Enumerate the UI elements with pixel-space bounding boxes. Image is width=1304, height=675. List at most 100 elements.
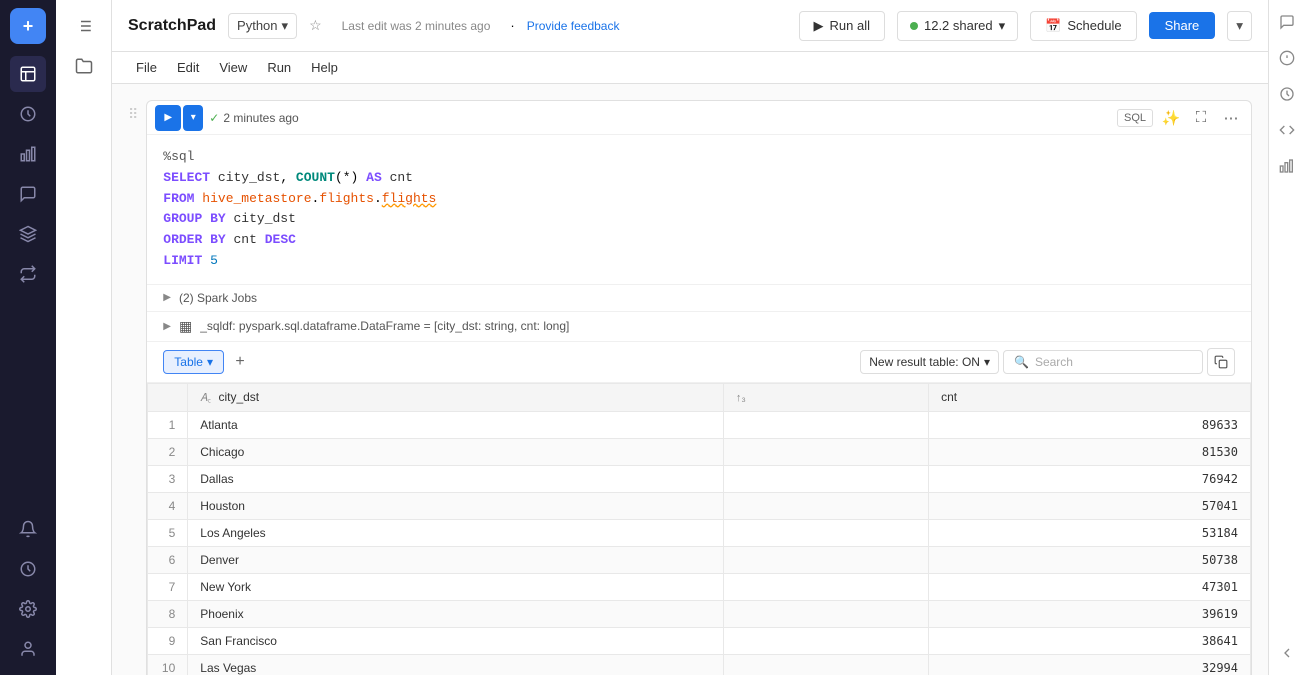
run-all-button[interactable]: ▶ Run all [799, 11, 885, 41]
cell-drag-handle[interactable]: ⠿ [128, 100, 138, 123]
table-add-button[interactable]: + [228, 350, 252, 374]
cell-rownum: 3 [148, 465, 188, 492]
cell-city_dst: Denver [188, 546, 724, 573]
panel-icon-files[interactable] [66, 48, 102, 84]
sidebar-icon-settings[interactable] [10, 591, 46, 627]
code-line-order: ORDER BY cnt DESC [163, 230, 1235, 251]
sidebar-icon-workflows[interactable] [10, 256, 46, 292]
feedback-link[interactable]: Provide feedback [527, 19, 620, 33]
cell-cnt: 32994 [929, 654, 1251, 675]
more-options-button[interactable]: ▾ [1227, 11, 1252, 41]
cell-rownum: 9 [148, 627, 188, 654]
cell-empty [723, 519, 928, 546]
notebook-menu: File Edit View Run Help [112, 52, 1268, 84]
string-type-icon: 𝐴꜀ [200, 392, 211, 404]
right-panel-variables-icon[interactable] [1273, 116, 1301, 144]
cell-city_dst: New York [188, 573, 724, 600]
calendar-icon: 📅 [1045, 18, 1061, 34]
dataframe-expand-icon: ▶ [163, 321, 171, 332]
right-sidebar [1268, 0, 1304, 675]
copy-layout-button[interactable] [1207, 348, 1235, 376]
right-panel-charts-icon[interactable] [1273, 152, 1301, 180]
menu-edit[interactable]: Edit [169, 56, 207, 79]
sidebar-icon-history[interactable] [10, 96, 46, 132]
cell-output: ▶ (2) Spark Jobs ▶ ▦ _sqldf: pyspark.sql… [147, 284, 1251, 675]
right-panel-collapse-icon[interactable] [1273, 639, 1301, 667]
right-panel-ai-icon[interactable] [1273, 44, 1301, 72]
col-header-rownum [148, 383, 188, 411]
cell-city_dst: Dallas [188, 465, 724, 492]
app-logo[interactable]: + [10, 8, 46, 44]
cell-wrapper: ⠿ ▶ ▾ ✓ 2 minutes ago SQL ✨ ⛶ ⋯ [112, 100, 1268, 675]
cell-city_dst: Houston [188, 492, 724, 519]
table-row: 7 New York 47301 [148, 573, 1251, 600]
right-panel-comments-icon[interactable] [1273, 8, 1301, 36]
cell-cnt: 57041 [929, 492, 1251, 519]
cluster-chevron-icon: ▾ [999, 18, 1006, 34]
table-tabs: Table ▾ + New result table: ON ▾ 🔍 Searc… [147, 342, 1251, 383]
menu-help[interactable]: Help [303, 56, 346, 79]
cell-run-button[interactable]: ▶ [155, 105, 181, 131]
spark-jobs-expand-icon: ▶ [163, 292, 171, 303]
cell-expand-icon[interactable]: ⛶ [1189, 106, 1213, 130]
cell-more-icon[interactable]: ⋯ [1219, 106, 1243, 130]
col-header-city_dst[interactable]: 𝐴꜀ city_dst [188, 383, 724, 411]
menu-view[interactable]: View [211, 56, 255, 79]
search-box[interactable]: 🔍 Search [1003, 350, 1203, 374]
cell-toolbar: ▶ ▾ ✓ 2 minutes ago SQL ✨ ⛶ ⋯ [147, 101, 1251, 135]
cell-empty [723, 438, 928, 465]
cell-cnt: 50738 [929, 546, 1251, 573]
sidebar-icon-notebook[interactable] [10, 56, 46, 92]
code-editor[interactable]: %sql SELECT city_dst, COUNT(*) AS cnt FR… [147, 135, 1251, 284]
cell-empty [723, 573, 928, 600]
sidebar-icon-comments[interactable] [10, 176, 46, 212]
top-bar: ScratchPad Python ▾ ☆ Last edit was 2 mi… [112, 0, 1268, 52]
cell-rownum: 4 [148, 492, 188, 519]
table-tab-main[interactable]: Table ▾ [163, 350, 224, 374]
star-icon[interactable]: ☆ [309, 17, 322, 34]
cell-type-badge[interactable]: SQL [1117, 109, 1153, 127]
cluster-status-dot [910, 22, 918, 30]
table-row: 6 Denver 50738 [148, 546, 1251, 573]
dataframe-row[interactable]: ▶ ▦ _sqldf: pyspark.sql.dataframe.DataFr… [147, 312, 1251, 342]
cell-run-dropdown[interactable]: ▾ [183, 105, 203, 131]
menu-run[interactable]: Run [259, 56, 299, 79]
right-panel-history-icon[interactable] [1273, 80, 1301, 108]
col-header-sort[interactable]: ↑₃ [723, 383, 928, 411]
panel-icon-table-of-contents[interactable] [66, 8, 102, 44]
share-button[interactable]: Share [1149, 12, 1216, 39]
table-row: 3 Dallas 76942 [148, 465, 1251, 492]
sidebar-icon-user[interactable] [10, 631, 46, 667]
notebook-title: ScratchPad [128, 17, 216, 35]
cell-status-check-icon: ✓ [209, 111, 219, 125]
cell-city_dst: Chicago [188, 438, 724, 465]
code-line-select: SELECT city_dst, COUNT(*) AS cnt [163, 168, 1235, 189]
main-area: ScratchPad Python ▾ ☆ Last edit was 2 mi… [112, 0, 1268, 675]
code-line-from: FROM hive_metastore.flights.flights [163, 189, 1235, 210]
sidebar-icon-charts[interactable] [10, 136, 46, 172]
schedule-button[interactable]: 📅 Schedule [1030, 11, 1136, 41]
col-header-cnt[interactable]: cnt [929, 383, 1251, 411]
code-line-limit: LIMIT 5 [163, 251, 1235, 272]
cell-rownum: 1 [148, 411, 188, 438]
cell-empty [723, 546, 928, 573]
cell-empty [723, 411, 928, 438]
sidebar-icon-cluster[interactable] [10, 216, 46, 252]
cell-ai-icon[interactable]: ✨ [1159, 106, 1183, 130]
spark-jobs-row[interactable]: ▶ (2) Spark Jobs [147, 285, 1251, 312]
code-line-magic: %sql [163, 147, 1235, 168]
menu-file[interactable]: File [128, 56, 165, 79]
new-result-toggle[interactable]: New result table: ON ▾ [860, 350, 999, 374]
sort-icon: ↑₃ [736, 392, 746, 404]
cell-city_dst: Atlanta [188, 411, 724, 438]
sidebar-icon-recents[interactable] [10, 551, 46, 587]
result-table: 𝐴꜀ city_dst ↑₃ cnt [147, 383, 1251, 675]
sidebar-icon-notifications[interactable] [10, 511, 46, 547]
table-row: 10 Las Vegas 32994 [148, 654, 1251, 675]
cell-status: ✓ 2 minutes ago [209, 111, 298, 125]
cluster-selector[interactable]: 12.2 shared ▾ [897, 11, 1018, 41]
cell-cnt: 81530 [929, 438, 1251, 465]
language-selector[interactable]: Python ▾ [228, 13, 297, 39]
edit-time: Last edit was 2 minutes ago [342, 19, 491, 33]
cell-rownum: 6 [148, 546, 188, 573]
